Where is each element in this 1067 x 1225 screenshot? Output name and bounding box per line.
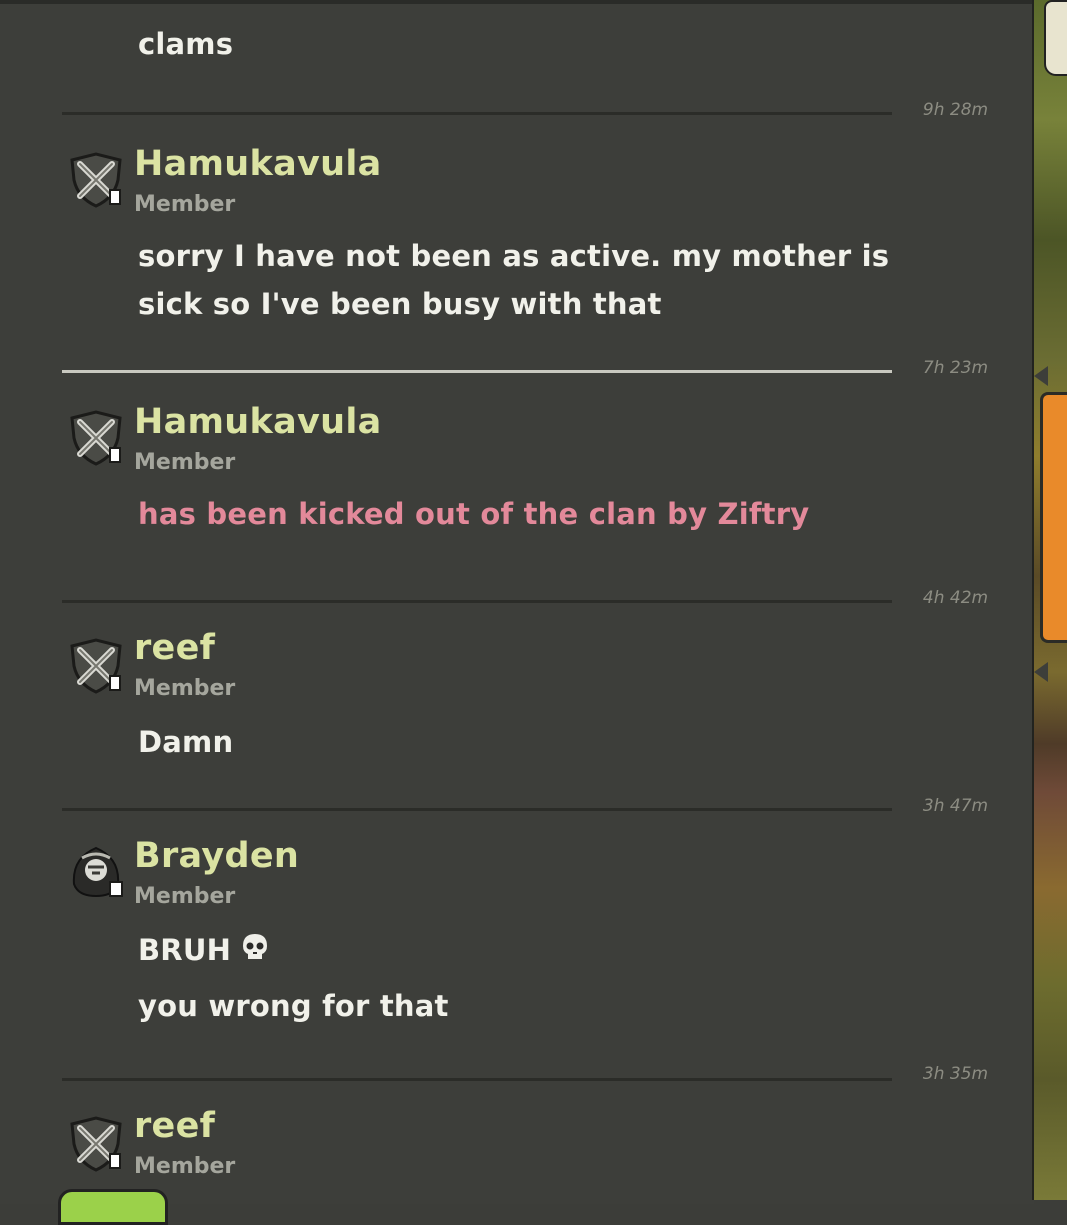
message-timestamp: 4h 42m: [922, 588, 989, 608]
message-timestamp: 3h 35m: [922, 1064, 989, 1084]
skull-icon: [241, 928, 269, 976]
message-divider: [62, 370, 892, 373]
message-timestamp: 3h 47m: [922, 796, 989, 816]
collapse-chat-tab[interactable]: [1040, 392, 1067, 643]
message-line: BRUH: [138, 926, 269, 976]
member-role: Member: [134, 1154, 236, 1179]
message-divider: [62, 600, 892, 603]
crossed-swords-icon[interactable]: [66, 150, 126, 210]
member-name[interactable]: reef: [134, 1106, 215, 1146]
member-name[interactable]: reef: [134, 628, 215, 668]
panel-notch: [1034, 366, 1048, 386]
member-role: Member: [134, 676, 236, 701]
hooded-warrior-icon[interactable]: [66, 840, 126, 900]
member-name[interactable]: Hamukavula: [134, 144, 382, 184]
message-text: clams: [138, 27, 234, 61]
message-divider: [62, 1078, 892, 1081]
message-text: BRUH: [138, 933, 232, 967]
crossed-swords-icon[interactable]: [66, 636, 126, 696]
green-action-button[interactable]: [58, 1189, 168, 1225]
message-timestamp: 7h 23m: [922, 358, 989, 378]
panel-notch: [1034, 662, 1048, 682]
crossed-swords-icon[interactable]: [66, 408, 126, 468]
member-role: Member: [134, 192, 236, 217]
message-divider: [62, 808, 892, 811]
message-text: Damn: [138, 725, 234, 759]
member-name[interactable]: Hamukavula: [134, 402, 382, 442]
close-tab-button[interactable]: [1044, 0, 1067, 76]
message-text: you wrong for that: [138, 989, 449, 1023]
system-message-text: has been kicked out of the clan by Ziftr…: [138, 497, 810, 531]
message-timestamp: 9h 28m: [922, 100, 989, 120]
crossed-swords-icon[interactable]: [66, 1114, 126, 1174]
member-role: Member: [134, 450, 236, 475]
clan-chat-panel: clams 9h 28m Hamukavula Member sorry I h…: [0, 0, 1034, 1225]
member-role: Member: [134, 884, 236, 909]
message-text: sorry I have not been as active. my moth…: [138, 239, 890, 273]
message-text: sick so I've been busy with that: [138, 287, 662, 321]
member-name[interactable]: Brayden: [134, 836, 299, 876]
message-divider: [62, 112, 892, 115]
game-background-strip: [1032, 0, 1067, 1200]
